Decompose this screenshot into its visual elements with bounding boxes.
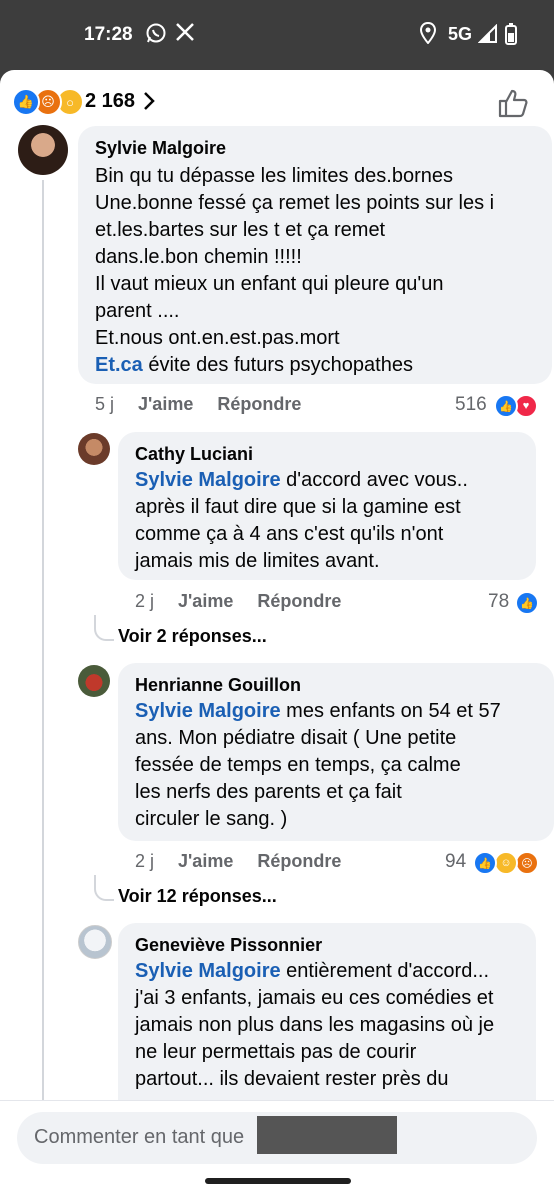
signal-icon	[478, 24, 497, 43]
thread-line	[42, 180, 44, 1100]
reply-button[interactable]: Répondre	[217, 394, 301, 414]
comment-input-placeholder: Commenter en tant que	[34, 1126, 245, 1148]
reply-actions: 2 j J'aime Répondre	[135, 591, 365, 612]
haha-reaction-icon: ☺	[494, 851, 518, 875]
reply-actions: 2 j J'aime Répondre	[135, 851, 365, 872]
comment-last-text: évite des futurs psychopathes	[142, 354, 413, 376]
reply-button[interactable]: Répondre	[257, 851, 341, 871]
reaction-count[interactable]: 94	[445, 851, 466, 873]
comment-link[interactable]: Et.ca	[95, 354, 143, 376]
angry-reaction-icon: ☹	[515, 851, 539, 875]
comments-sheet: 👍 ☹ ○ 2 168 Sylvie Malgoire Bin qu tu dé…	[0, 70, 554, 1200]
reply-first-text: entièrement d'accord...	[280, 960, 489, 982]
mention-link[interactable]: Sylvie Malgoire	[135, 700, 281, 722]
reply-author[interactable]: Geneviève Pissonnier	[135, 935, 322, 956]
redacted-name	[257, 1116, 397, 1154]
reply-text: j'ai 3 enfants, jamais eu ces comédies e…	[135, 987, 495, 1090]
reaction-count[interactable]: 516	[455, 394, 487, 416]
reply-button[interactable]: Répondre	[257, 591, 341, 611]
avatar[interactable]	[78, 665, 110, 697]
reply-time: 2 j	[135, 591, 155, 611]
reply-first-line: Sylvie Malgoire d'accord avec vous..	[135, 467, 535, 494]
comment-bubble: Sylvie Malgoire Bin qu tu dépasse les li…	[78, 126, 552, 384]
like-reaction-icon: 👍	[473, 851, 497, 875]
reply-first-line: Sylvie Malgoire mes enfants on 54 et 57	[135, 698, 554, 725]
comment-composer: Commenter en tant que	[0, 1100, 554, 1200]
status-bar: 17:28 5G	[0, 0, 554, 70]
reaction-count[interactable]: 2 168	[85, 90, 135, 113]
comment-last-line: Et.ca évite des futurs psychopathes	[95, 352, 550, 379]
avatar[interactable]	[18, 125, 68, 175]
reply-author[interactable]: Cathy Luciani	[135, 444, 253, 465]
like-post-icon[interactable]	[498, 88, 528, 118]
reply-author[interactable]: Henrianne Gouillon	[135, 675, 301, 696]
comment-author[interactable]: Sylvie Malgoire	[95, 138, 226, 159]
comment-actions: 5 j J'aime Répondre	[95, 394, 325, 415]
like-button[interactable]: J'aime	[178, 591, 233, 611]
reply-connector	[94, 615, 114, 641]
x-icon	[176, 23, 194, 41]
network-type: 5G	[448, 24, 473, 44]
reactions-header[interactable]: 👍 ☹ ○ 2 168	[0, 70, 554, 132]
like-reaction-icon: 👍	[12, 88, 40, 116]
avatar[interactable]	[78, 433, 110, 465]
reply-time: 2 j	[135, 851, 155, 871]
location-icon	[420, 22, 436, 44]
reply-bubble: Cathy Luciani Sylvie Malgoire d'accord a…	[118, 432, 536, 580]
like-button[interactable]: J'aime	[178, 851, 233, 871]
view-replies-link[interactable]: Voir 12 réponses...	[118, 886, 277, 907]
like-reaction-icon: 👍	[515, 591, 539, 615]
battery-icon	[505, 23, 517, 45]
reply-bubble: Henrianne Gouillon Sylvie Malgoire mes e…	[118, 663, 554, 841]
mention-link[interactable]: Sylvie Malgoire	[135, 960, 281, 982]
like-button[interactable]: J'aime	[138, 394, 193, 414]
comment-input[interactable]: Commenter en tant que	[17, 1112, 537, 1164]
comment-time: 5 j	[95, 394, 115, 414]
reply-first-text: mes enfants on 54 et 57	[280, 700, 501, 722]
view-replies-link[interactable]: Voir 2 réponses...	[118, 626, 267, 647]
reply-text: ans. Mon pédiatre disait ( Une petite fe…	[135, 727, 461, 830]
chevron-right-icon[interactable]	[142, 90, 156, 112]
reply-connector	[94, 875, 114, 901]
mention-link[interactable]: Sylvie Malgoire	[135, 469, 281, 491]
reply-bubble: Geneviève Pissonnier Sylvie Malgoire ent…	[118, 923, 536, 1123]
reply-first-text: d'accord avec vous..	[280, 469, 468, 491]
like-reaction-icon: 👍	[494, 394, 518, 418]
comment-text: Bin qu tu dépasse les limites des.bornes…	[95, 165, 495, 349]
whatsapp-icon	[146, 23, 166, 43]
home-indicator[interactable]	[205, 1178, 351, 1184]
reply-text: après il faut dire que si la gamine est …	[135, 496, 461, 572]
avatar[interactable]	[78, 925, 112, 959]
clock: 17:28	[84, 24, 133, 45]
reply-first-line: Sylvie Malgoire entièrement d'accord...	[135, 958, 535, 985]
reaction-count[interactable]: 78	[488, 591, 509, 613]
